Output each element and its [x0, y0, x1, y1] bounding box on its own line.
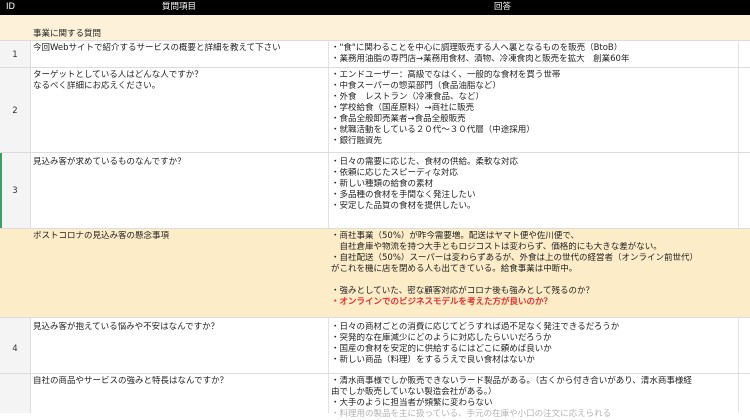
answer-line: ・"食"に関わることを中心に調理販売する人へ裏となるものを販売（BtoB） [331, 43, 623, 53]
answer-line: ・日々の商材ごとの消費に応じてどうすれば過不足なく発注できるだろうか [331, 322, 620, 332]
question-cell[interactable]: 今回Webサイトで紹介するサービスの概要と詳細を教えて下さい [33, 43, 325, 54]
answer-line: ・業務用油脂の専門店→業務用食材、漬物、冷凍食肉と販売を拡大 創業60年 [331, 54, 630, 64]
answer-line [331, 275, 735, 286]
table-header: ID 質問項目 回答 [0, 0, 750, 15]
answer-line: ・商社事業（50%）が昨今需要増。配送はヤマト便や佐川便で、 [331, 231, 580, 241]
answer-line: 由でしか販売していない製造会社がある。） [331, 387, 497, 397]
answer-line: ・日々の需要に応じた、食材の供給。柔軟な対応 [331, 157, 519, 167]
row-id: 2 [12, 106, 18, 116]
table-row[interactable]: 4 見込み客が抱えている悩みや不安はなんですか？ ・日々の商材ごとの消費に応じて… [0, 318, 750, 374]
section-row[interactable]: 事業に関する質問 [0, 15, 750, 41]
answer-cell[interactable]: ・"食"に関わることを中心に調理販売する人へ裏となるものを販売（BtoB） ・業… [331, 43, 735, 65]
question-line: なるべく詳細にお応えください。 [33, 81, 161, 91]
question-line: 今回Webサイトで紹介するサービスの概要と詳細を教えて下さい [33, 43, 281, 53]
answer-line: ・大手のように担当者が頻繁に変わらない [331, 398, 493, 408]
header-answer: 回答 [494, 2, 512, 12]
table-row[interactable]: 2 ターゲットとしている人はどんな人ですか？ なるべく詳細にお応えください。 ・… [0, 68, 750, 153]
answer-line: ・食品全般卸売業者→食品全般販売 [331, 114, 466, 124]
answer-line: がこれを機に店を閉める人も出てきている。給食事業は中断中。 [331, 264, 578, 274]
question-cell[interactable]: 自社の商品やサービスの強みと特長はなんですか？ [33, 376, 325, 387]
question-cell[interactable]: 見込み客が抱えている悩みや不安はなんですか？ [33, 322, 325, 333]
answer-line: ・国産の食材を安定的に供給するにはどこに頼めば良いか [331, 344, 552, 354]
answer-line: ・中食スーパーの惣菜部門（食品油脂など） [331, 81, 501, 91]
answer-line: ・エンドユーザー：高級でなはく、一般的な食材を買う世帯 [331, 70, 561, 80]
answer-cell[interactable]: ・エンドユーザー：高級でなはく、一般的な食材を買う世帯 ・中食スーパーの惣菜部門… [331, 70, 735, 147]
answer-line: ・依頼に応じたスピーディな対応 [331, 168, 458, 178]
answer-line: ・自社配送（50%）スーパーは変わらずあるが、外食は上の世代の経営者（オンライン… [331, 253, 698, 263]
answer-line: ・突発的な在庫減少にどのように対応したらいいだろうか [331, 333, 552, 343]
header-question: 質問項目 [162, 2, 197, 12]
table-row[interactable]: 自社の商品やサービスの強みと特長はなんですか？ ・清水商事様でしか販売できないラ… [0, 374, 750, 419]
answer-cell[interactable]: ・商社事業（50%）が昨今需要増。配送はヤマト便や佐川便で、 自社倉庫や物流を持… [331, 231, 735, 308]
section-label: 事業に関する質問 [33, 29, 102, 39]
row-id: 3 [12, 186, 18, 196]
answer-line: ・銀行融資先 [331, 136, 383, 146]
answer-line-emphasis: ・オンラインでのビジネスモデルを考えた方が良いのか？ [331, 297, 553, 307]
question-line: 見込み客が求めているものなんですか？ [33, 157, 186, 167]
header-id: ID [6, 2, 16, 12]
answer-line: ・新しい商品（料理）をするうえで良い食材はないか [331, 355, 535, 365]
answer-line: ・安定した品質の食材を提供したい。 [331, 201, 476, 211]
answer-line: ・外食 レストラン（冷凍食品、など） [331, 92, 485, 102]
answer-line: ・料理用の製品を主に扱っている、手元の在庫や小口の注文に応えられる [331, 409, 612, 419]
row-id: 1 [12, 50, 18, 60]
question-line: 見込み客が抱えている悩みや不安はなんですか？ [33, 322, 220, 332]
answer-line: ・強みとしていた、密な顧客対応がコロナ後も強みとして残るのか？ [331, 286, 594, 296]
row-id: 4 [12, 344, 18, 354]
answer-cell[interactable]: ・清水商事様でしか販売できないラード製品がある。（古くから付き合いがあり、清水商… [331, 376, 735, 420]
answer-line: ・多品種の食材を手間なく発注したい [331, 190, 476, 200]
answer-line: ・清水商事様でしか販売できないラード製品がある。（古くから付き合いがあり、清水商… [331, 376, 692, 386]
question-cell[interactable]: ポストコロナの見込み客の懸念事項 [33, 231, 325, 242]
answer-line: ・就職活動をしている２０代〜３０代層（中途採用） [331, 125, 535, 135]
table-row[interactable]: 3 見込み客が求めているものなんですか？ ・日々の需要に応じた、食材の供給。柔軟… [0, 153, 750, 229]
question-cell[interactable]: ターゲットとしている人はどんな人ですか？ なるべく詳細にお応えください。 [33, 70, 325, 92]
answer-line: ・学校給食（国産原料）→商社に販売 [331, 103, 475, 113]
question-line: ポストコロナの見込み客の懸念事項 [33, 231, 170, 241]
table-row[interactable]: 1 今回Webサイトで紹介するサービスの概要と詳細を教えて下さい ・"食"に関わ… [0, 41, 750, 68]
question-line: 自社の商品やサービスの強みと特長はなんですか？ [33, 376, 229, 386]
question-line: ターゲットとしている人はどんな人ですか？ [33, 70, 203, 80]
answer-cell[interactable]: ・日々の商材ごとの消費に応じてどうすれば過不足なく発注できるだろうか ・突発的な… [331, 322, 735, 366]
answer-cell[interactable]: ・日々の需要に応じた、食材の供給。柔軟な対応 ・依頼に応じたスピーディな対応 ・… [331, 157, 735, 212]
answer-line: ・新しい種類の給食の素材 [331, 179, 434, 189]
question-cell[interactable]: 見込み客が求めているものなんですか？ [33, 157, 325, 168]
table-row-highlighted[interactable]: ポストコロナの見込み客の懸念事項 ・商社事業（50%）が昨今需要増。配送はヤマト… [0, 229, 750, 318]
answer-line: 自社倉庫や物流を持つ大手ともロジコストは変わらず、価格的にも大きな差がない。 [331, 242, 662, 252]
